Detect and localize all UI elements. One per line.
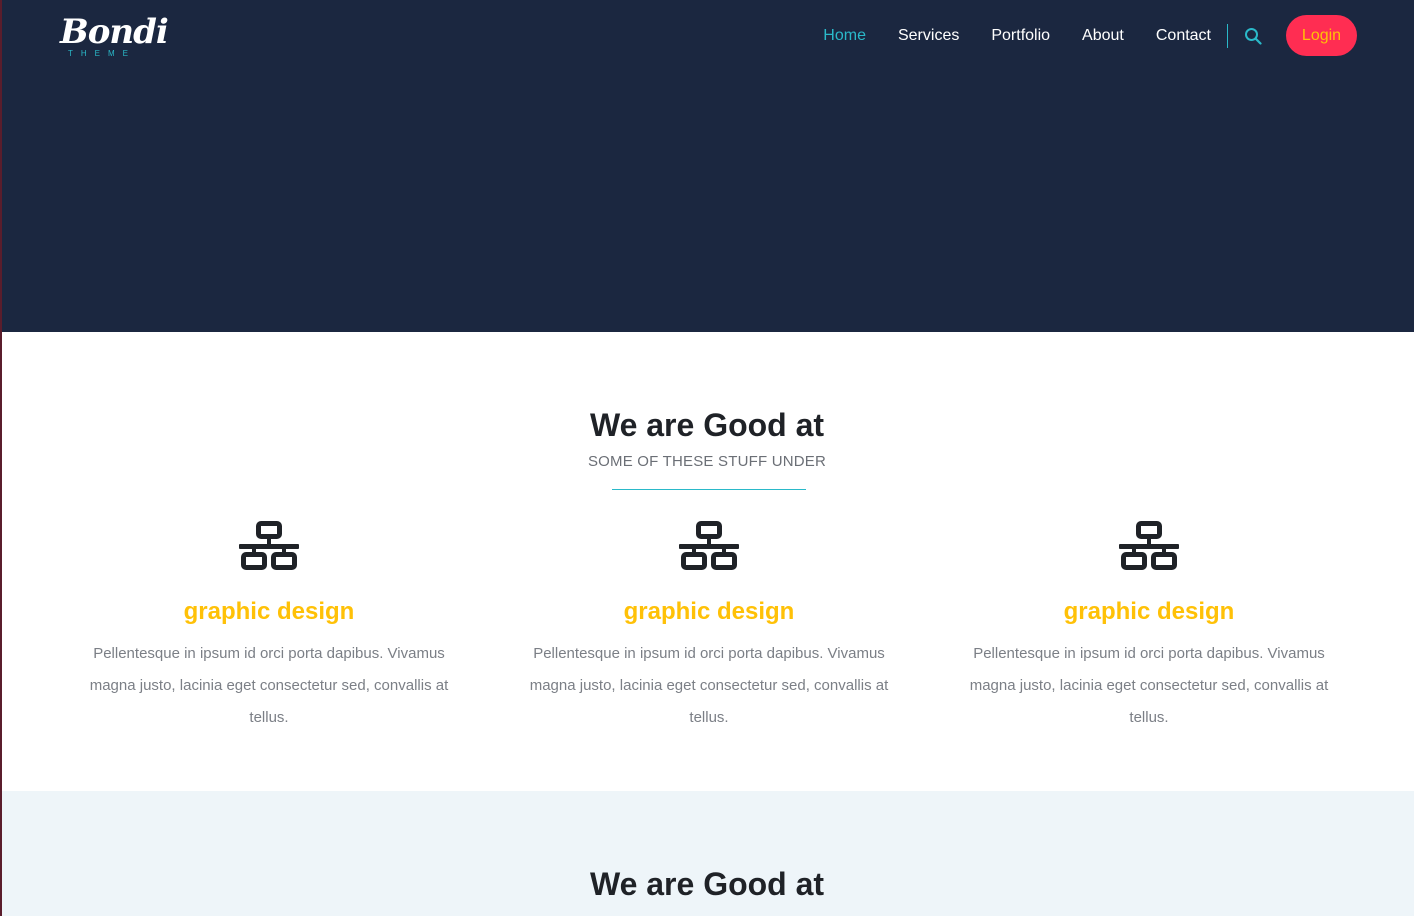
- network-icon: [679, 521, 739, 570]
- network-icon: [239, 521, 299, 570]
- nav-item-home[interactable]: Home: [823, 15, 866, 56]
- hero-header: Bondi THEME Home Services Portfolio Abou…: [0, 0, 1414, 332]
- service-title: graphic design: [183, 598, 355, 625]
- service-card: graphic design Pellentesque in ipsum id …: [74, 520, 464, 730]
- service-text: Pellentesque in ipsum id orci porta dapi…: [89, 645, 449, 726]
- title-divider: [612, 489, 806, 490]
- network-icon: [1119, 521, 1179, 570]
- section-title: We are Good at: [589, 866, 825, 902]
- logo-text: Bondi: [60, 12, 169, 52]
- login-button[interactable]: Login: [1286, 15, 1357, 56]
- section-title: We are Good at: [589, 407, 825, 443]
- service-card: graphic design Pellentesque in ipsum id …: [954, 520, 1344, 730]
- nav-item-about[interactable]: About: [1082, 15, 1124, 56]
- second-section: We are Good at: [0, 791, 1414, 916]
- search-icon[interactable]: [1244, 27, 1262, 45]
- nav-divider: [1227, 23, 1228, 48]
- service-title: graphic design: [1063, 598, 1235, 625]
- service-text: Pellentesque in ipsum id orci porta dapi…: [969, 645, 1329, 726]
- service-text: Pellentesque in ipsum id orci porta dapi…: [529, 645, 889, 726]
- nav-item-contact[interactable]: Contact: [1156, 15, 1211, 56]
- left-edge-border: [0, 0, 2, 916]
- section-subtitle: SOME OF THESE STUFF UNDER: [587, 453, 827, 470]
- main-nav: Home Services Portfolio About Contact Lo…: [823, 15, 1357, 56]
- logo[interactable]: Bondi THEME: [60, 10, 169, 60]
- logo-subtext: THEME: [68, 49, 136, 58]
- nav-item-portfolio[interactable]: Portfolio: [991, 15, 1050, 56]
- service-card: graphic design Pellentesque in ipsum id …: [514, 520, 904, 730]
- nav-item-services[interactable]: Services: [898, 15, 959, 56]
- service-title: graphic design: [623, 598, 795, 625]
